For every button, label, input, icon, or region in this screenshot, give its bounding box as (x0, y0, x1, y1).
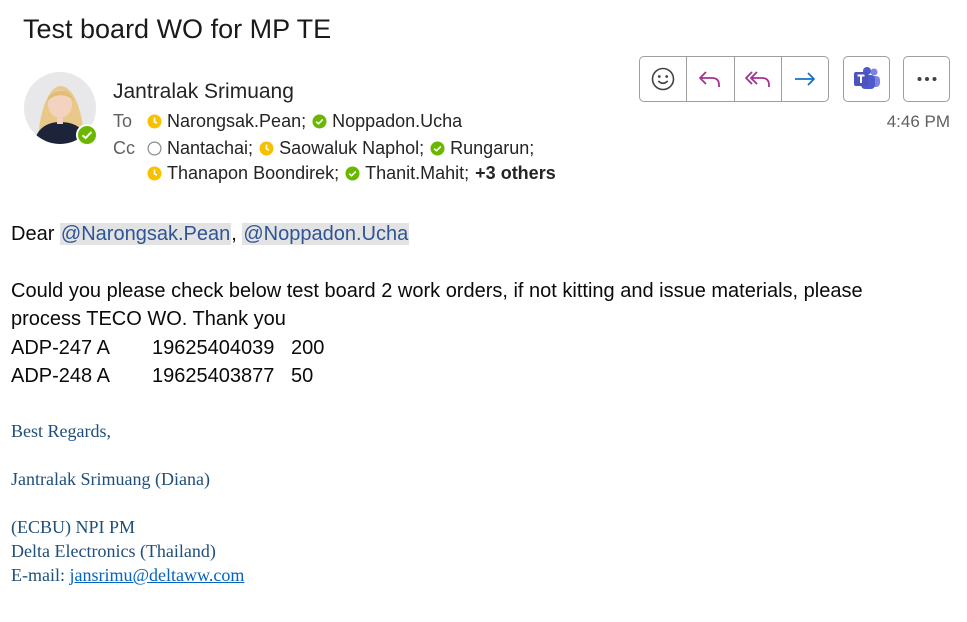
presence-available-icon (312, 114, 327, 129)
more-icon (917, 77, 936, 81)
recipient-nantachai[interactable]: Nantachai; (147, 138, 253, 159)
order-row: ADP-248 A 19625403877 50 (11, 362, 313, 390)
mention-noppadon[interactable]: @Noppadon.Ucha (242, 223, 410, 245)
forward-icon (794, 72, 815, 86)
order-model: ADP-247 A (11, 337, 110, 359)
cc-line-2: Thanapon Boondirek; Thanit.Mahit; +3 oth… (147, 163, 562, 184)
presence-offline-icon (147, 141, 162, 156)
greeting-line: Dear @Narongsak.Pean, @Noppadon.Ucha (11, 223, 410, 245)
presence-away-icon (147, 114, 162, 129)
order-row: ADP-247 A 19625404039 200 (11, 334, 324, 362)
react-button[interactable] (640, 57, 688, 101)
order-model: ADP-248 A (11, 365, 110, 387)
reply-all-icon (744, 71, 770, 87)
teams-icon (853, 67, 880, 89)
signature-email-link[interactable]: jansrimu@deltaww.com (69, 565, 244, 585)
presence-away-icon (147, 166, 162, 181)
to-label: To (113, 111, 133, 131)
more-actions-button[interactable] (903, 56, 950, 102)
recipient-thanapon[interactable]: Thanapon Boondirek; (147, 163, 339, 184)
signature-email-line: E-mail: jansrimu@deltaww.com (11, 565, 245, 585)
recipient-narongsak[interactable]: Narongsak.Pean; (147, 111, 306, 132)
cc-label: Cc (113, 138, 135, 158)
body-paragraph-line2: process TECO WO. Thank you (11, 308, 286, 330)
presence-away-icon (259, 141, 274, 156)
sender-name[interactable]: Jantralak Srimuang (113, 80, 294, 104)
recipient-saowaluk[interactable]: Saowaluk Naphol; (259, 138, 424, 159)
to-line: To Narongsak.Pean; Noppadon.Ucha (113, 111, 468, 132)
recipient-thanit[interactable]: Thanit.Mahit; (345, 163, 469, 184)
reply-button[interactable] (687, 57, 735, 101)
cc-line-1: Cc Nantachai; Saowaluk Naphol; Rungarun; (113, 138, 540, 159)
email-subject: Test board WO for MP TE (23, 14, 332, 44)
order-qty: 50 (291, 365, 314, 387)
more-recipients-link[interactable]: +3 others (475, 163, 556, 184)
mention-narongsak[interactable]: @Narongsak.Pean (59, 223, 232, 245)
teams-chat-button[interactable] (843, 56, 890, 102)
order-qty: 200 (291, 337, 325, 359)
recipient-noppadon[interactable]: Noppadon.Ucha (312, 111, 462, 132)
recipient-rungarun[interactable]: Rungarun; (430, 138, 534, 159)
signature-company: Delta Electronics (Thailand) (11, 541, 216, 561)
presence-available-icon (430, 141, 445, 156)
forward-button[interactable] (782, 57, 828, 101)
signature-name: Jantralak Srimuang (Diana) (11, 469, 210, 489)
body-paragraph-line1: Could you please check below test board … (11, 280, 863, 302)
signature-regards: Best Regards, (11, 421, 111, 441)
reply-all-button[interactable] (735, 57, 782, 101)
sender-presence-available-icon (76, 124, 98, 146)
action-toolbar (639, 56, 829, 102)
order-wo-number: 19625403877 (152, 365, 275, 387)
emoji-icon (651, 67, 675, 91)
signature-title: (ECBU) NPI PM (11, 517, 136, 537)
order-wo-number: 19625404039 (152, 337, 275, 359)
sent-time: 4:46 PM (886, 112, 950, 131)
reply-icon (699, 71, 721, 87)
presence-available-icon (345, 166, 360, 181)
